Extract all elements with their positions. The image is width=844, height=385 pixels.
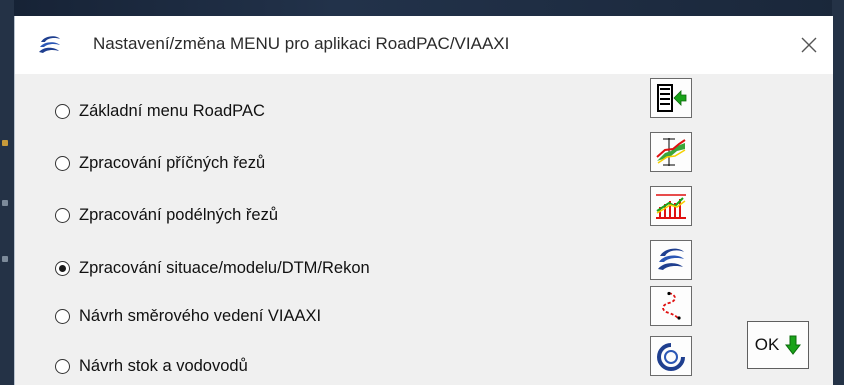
menu-settings-dialog: Nastavení/změna MENU pro aplikaci RoadPA… xyxy=(14,16,833,385)
ok-label: OK xyxy=(754,335,780,354)
stoky-vodovody-icon-button[interactable] xyxy=(650,336,692,376)
option-label: Návrh stok a vodovodů xyxy=(79,356,248,375)
option-zakladni-menu[interactable]: Základní menu RoadPAC xyxy=(55,98,265,124)
podelne-rezy-icon-button[interactable] xyxy=(650,186,692,226)
cross-section-icon xyxy=(656,138,686,166)
option-label: Zpracování podélných řezů xyxy=(79,205,279,224)
option-stoky-vodovody[interactable]: Návrh stok a vodovodů xyxy=(55,353,248,379)
roadpac-logo-icon xyxy=(658,248,684,270)
radio-button[interactable] xyxy=(55,103,70,119)
option-label: Základní menu RoadPAC xyxy=(79,101,265,120)
radio-button[interactable] xyxy=(55,308,70,324)
roadpac-logo-icon xyxy=(37,34,63,56)
radio-button[interactable] xyxy=(55,155,70,171)
option-podelne-rezy[interactable]: Zpracování podélných řezů xyxy=(55,202,278,228)
longitudinal-profile-icon xyxy=(656,194,686,219)
option-viaaxi[interactable]: Návrh směrového vedení VIAAXI xyxy=(55,303,321,329)
viaaxi-icon-button[interactable] xyxy=(650,286,692,326)
background-marker xyxy=(2,256,8,262)
option-label: Zpracování situace/modelu/DTM/Rekon xyxy=(79,258,370,277)
zakladni-menu-icon-button[interactable] xyxy=(650,78,692,118)
option-label: Návrh směrového vedení VIAAXI xyxy=(79,306,322,325)
option-label: Zpracování příčných řezů xyxy=(79,153,266,172)
situace-model-icon-button[interactable] xyxy=(650,240,692,280)
radio-button-selected[interactable] xyxy=(55,260,70,276)
title-bar: Nastavení/změna MENU pro aplikaci RoadPA… xyxy=(15,16,833,74)
radio-button[interactable] xyxy=(55,207,70,223)
radio-button[interactable] xyxy=(55,358,70,374)
dialog-title: Nastavení/změna MENU pro aplikaci RoadPA… xyxy=(93,34,510,53)
background-window-right xyxy=(832,0,844,385)
background-marker xyxy=(2,200,8,206)
ok-button[interactable]: OK xyxy=(747,321,809,369)
option-situace-model[interactable]: Zpracování situace/modelu/DTM/Rekon xyxy=(55,255,370,281)
background-marker xyxy=(2,140,8,146)
close-icon xyxy=(801,37,817,53)
pricne-rezy-icon-button[interactable] xyxy=(650,132,692,172)
background-window-strip xyxy=(0,0,844,16)
background-window-left xyxy=(0,0,14,385)
document-exit-icon xyxy=(657,84,687,112)
green-down-arrow-icon xyxy=(785,335,802,355)
option-pricne-rezy[interactable]: Zpracování příčných řezů xyxy=(55,150,265,176)
close-button[interactable] xyxy=(791,28,827,62)
route-alignment-icon xyxy=(662,291,681,320)
sewer-pipe-icon xyxy=(657,342,686,371)
